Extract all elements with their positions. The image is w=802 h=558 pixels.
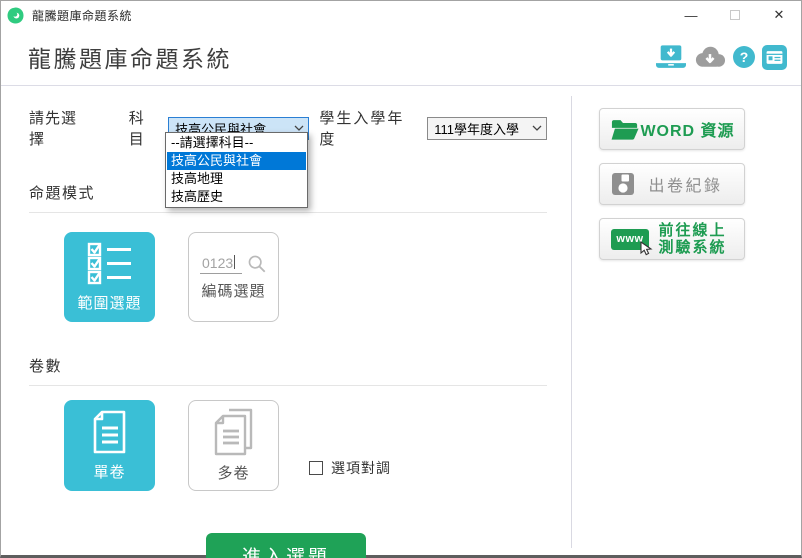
titlebar: 龍騰題庫命題系統 — ✕ [1, 1, 801, 29]
subject-dropdown-list: --請選擇科目-- 技高公民與社會 技高地理 技高歷史 [165, 132, 308, 208]
maximize-button[interactable] [713, 1, 757, 29]
titlebar-title: 龍騰題庫命題系統 [32, 7, 132, 24]
save-disk-icon [611, 172, 635, 196]
document-icon [90, 409, 130, 455]
range-select-button[interactable]: 範圍選題 [64, 232, 155, 322]
range-select-label: 範圍選題 [77, 292, 141, 313]
online-test-line2: 測驗系統 [649, 239, 736, 256]
word-resources-label: WORD 資源 [639, 117, 736, 141]
folder-open-icon [611, 118, 639, 141]
app-logo-icon [7, 7, 24, 24]
year-label: 學生入學年度 [319, 107, 419, 149]
multi-paper-button[interactable]: 多卷 [188, 400, 279, 491]
cursor-arrow-icon [640, 241, 653, 256]
checklist-icon [87, 242, 133, 286]
checkbox-icon[interactable] [309, 461, 323, 475]
code-input-value: 0123 [202, 255, 233, 271]
close-button[interactable]: ✕ [757, 1, 801, 29]
documents-icon [210, 408, 258, 456]
code-input[interactable]: 0123 [200, 255, 242, 274]
sidebar: WORD 資源 出卷紀錄 www 前往線上 [571, 86, 801, 556]
www-icon: www [611, 229, 649, 250]
chevron-down-icon [294, 125, 304, 131]
code-input-row: 0123 [200, 254, 267, 274]
text-caret [234, 255, 235, 269]
mode-row: 範圍選題 0123 編碼選題 [29, 232, 547, 322]
year-select-value: 111學年度入學 [434, 119, 532, 138]
online-test-line1: 前往線上 [649, 222, 736, 239]
papers-section-title: 卷數 [29, 355, 547, 376]
help-icon[interactable]: ? [733, 46, 755, 68]
dropdown-option[interactable]: 技高歷史 [167, 188, 306, 206]
papers-row: 單卷 多卷 [29, 400, 547, 491]
single-paper-button[interactable]: 單卷 [64, 400, 155, 491]
enter-selection-button[interactable]: 進入選題 [206, 533, 366, 558]
multi-paper-label: 多卷 [217, 462, 249, 483]
form-list-icon[interactable] [762, 45, 787, 70]
exam-records-button[interactable]: 出卷紀錄 [599, 163, 745, 205]
vertical-divider [571, 96, 572, 548]
dropdown-option[interactable]: 技高地理 [167, 170, 306, 188]
minimize-button[interactable]: — [669, 1, 713, 29]
page-title: 龍騰題庫命題系統 [28, 40, 232, 74]
swap-options-label: 選項對調 [331, 458, 391, 478]
maximize-icon [730, 10, 740, 20]
section-divider [29, 385, 547, 386]
code-select-card[interactable]: 0123 編碼選題 [188, 232, 279, 322]
single-paper-label: 單卷 [93, 461, 125, 482]
code-select-label: 編碼選題 [201, 280, 265, 301]
main-content: 請先選擇 科目 技高公民與社會 學生入學年度 111學年度入學 命題模式 [1, 86, 801, 556]
dropdown-option[interactable]: --請選擇科目-- [167, 134, 306, 152]
header-toolbar: ? [656, 45, 787, 70]
chevron-down-icon [532, 125, 542, 131]
dropdown-option-selected[interactable]: 技高公民與社會 [167, 152, 306, 170]
search-icon[interactable] [247, 254, 267, 274]
prompt-label: 請先選擇 [29, 107, 92, 149]
laptop-download-icon[interactable] [656, 45, 686, 70]
cloud-download-icon[interactable] [693, 45, 726, 69]
online-test-button[interactable]: www 前往線上 測驗系統 [599, 218, 745, 260]
subject-label: 科目 [129, 107, 160, 149]
swap-options-group[interactable]: 選項對調 [309, 458, 391, 478]
header: 龍騰題庫命題系統 ? [1, 29, 801, 86]
section-divider [29, 212, 547, 213]
exam-records-label: 出卷紀錄 [635, 172, 736, 196]
online-test-label: 前往線上 測驗系統 [649, 222, 736, 256]
window-controls: — ✕ [669, 1, 801, 29]
year-select[interactable]: 111學年度入學 [427, 117, 547, 140]
app-window: 龍騰題庫命題系統 — ✕ 龍騰題庫命題系統 [0, 0, 802, 558]
help-glyph: ? [740, 49, 749, 65]
word-resources-button[interactable]: WORD 資源 [599, 108, 745, 150]
